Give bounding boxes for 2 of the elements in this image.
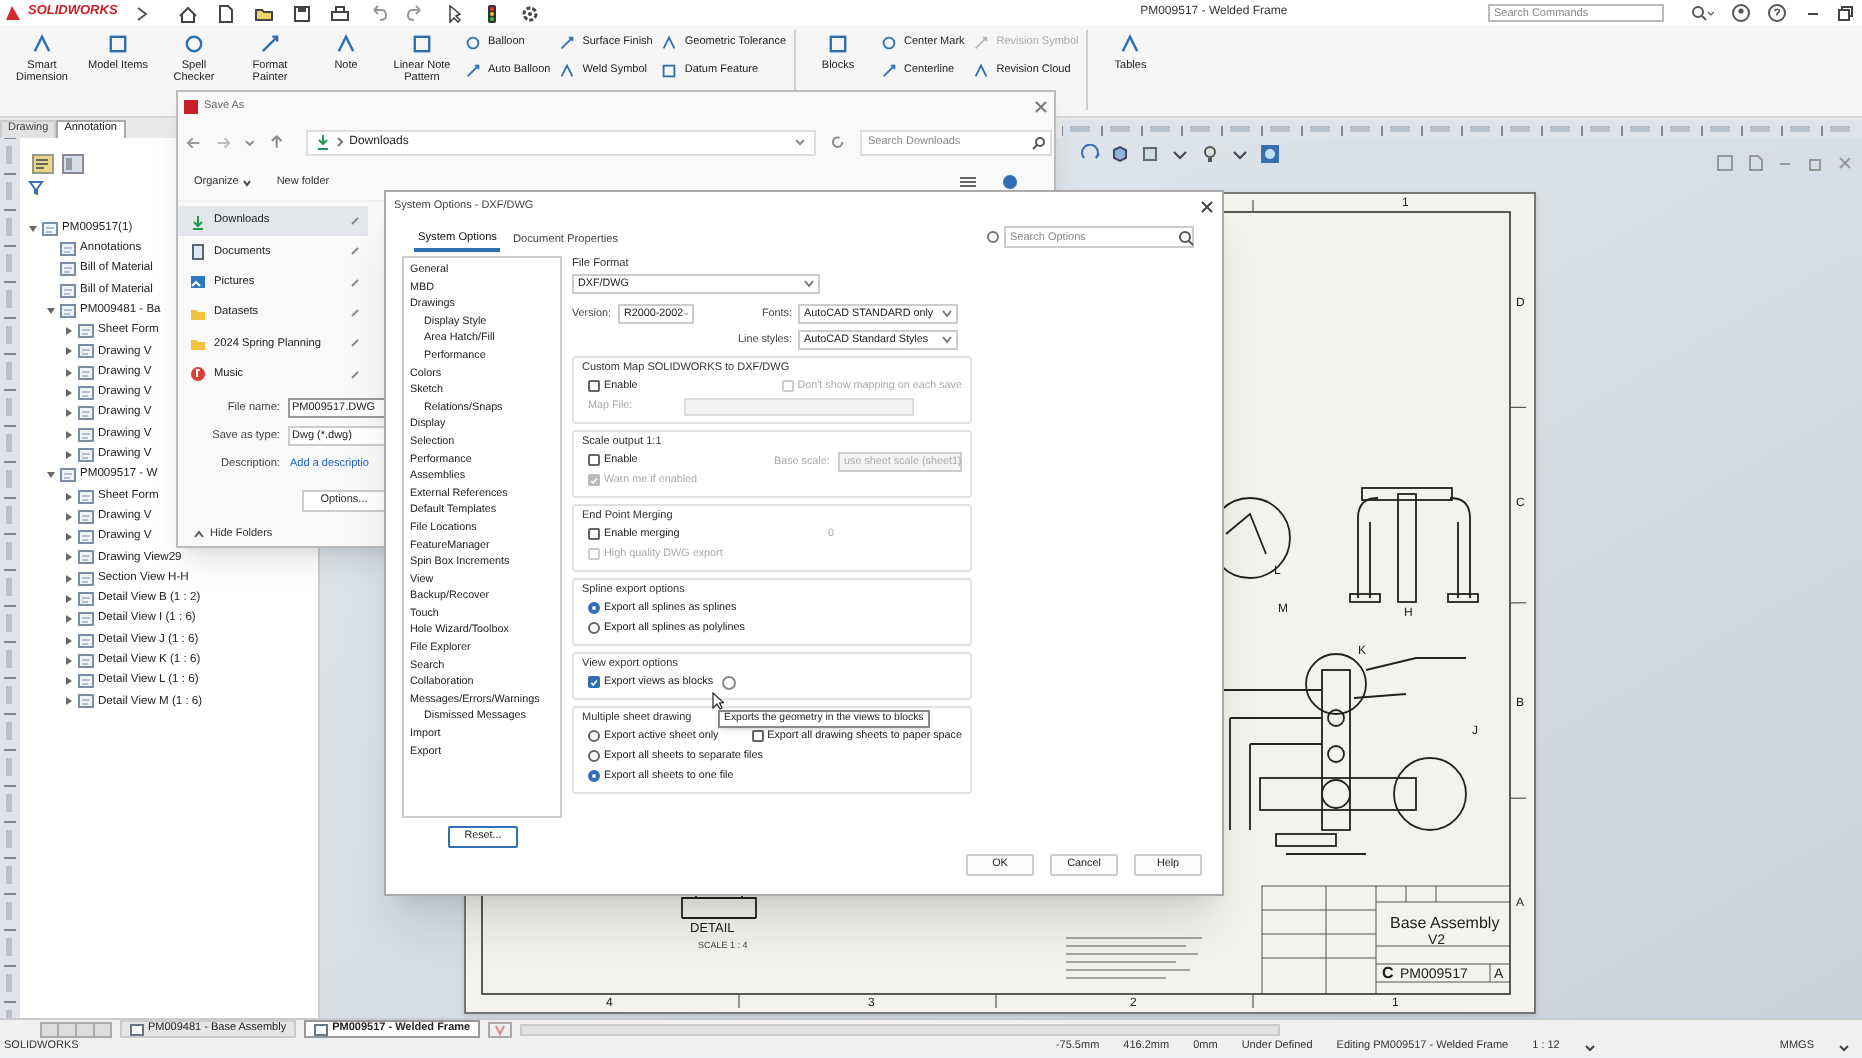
drawing-title: Base Assembly (1390, 916, 1500, 932)
sheet-size: C (1382, 966, 1394, 982)
